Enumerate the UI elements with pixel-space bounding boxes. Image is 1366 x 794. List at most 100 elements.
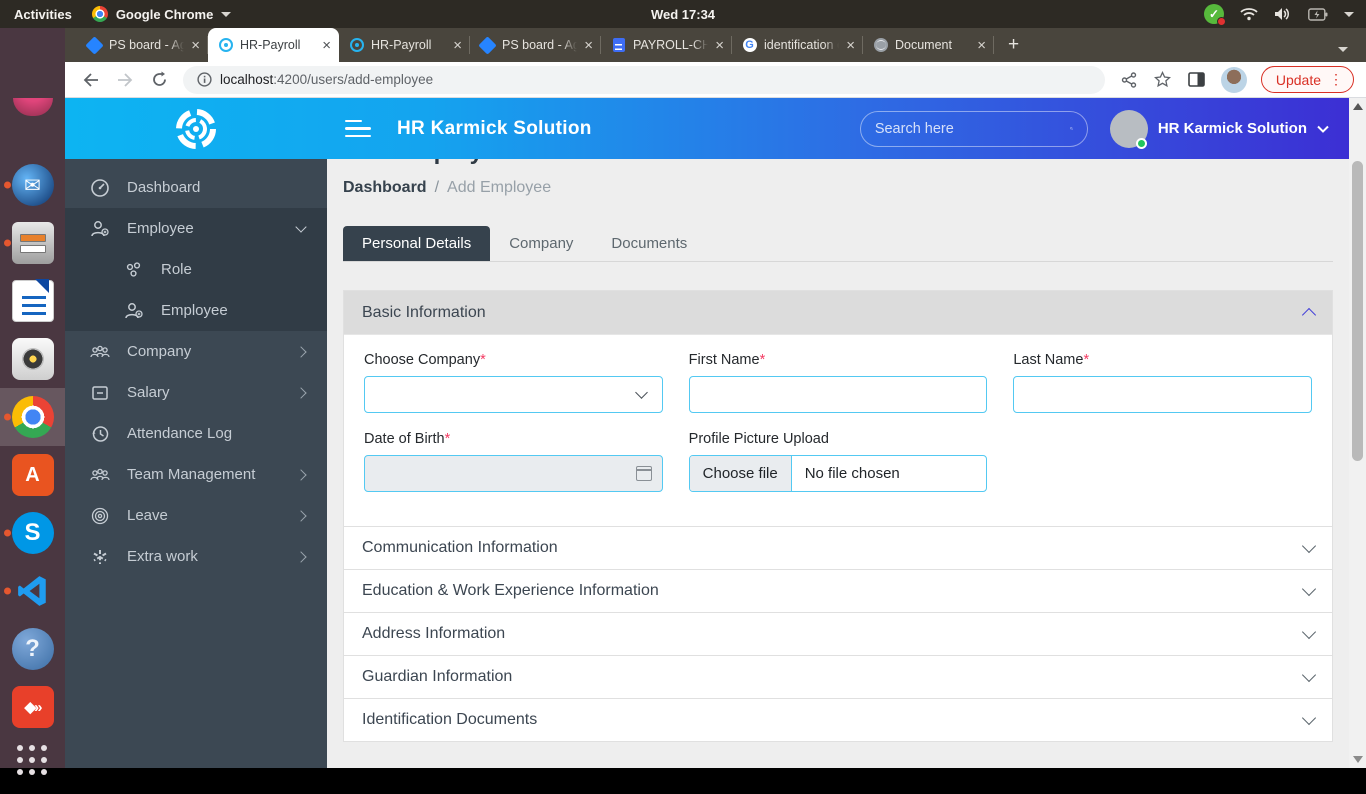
header-search (860, 111, 1088, 147)
browser-tab[interactable]: G identification c × (732, 28, 863, 62)
browser-tab[interactable]: Document × (863, 28, 994, 62)
dock-item-chrome[interactable] (0, 388, 65, 446)
clock[interactable]: Wed 17:34 (651, 7, 715, 22)
choose-company-select[interactable] (364, 376, 663, 413)
app-menu[interactable]: Google Chrome (92, 6, 232, 22)
accordion-address-information[interactable]: Address Information (344, 612, 1332, 655)
hr-karmick-logo-icon[interactable] (174, 107, 218, 151)
wifi-icon[interactable] (1240, 7, 1258, 21)
menu-toggle-button[interactable] (345, 120, 371, 138)
dock-item-libreoffice-writer[interactable] (0, 272, 65, 330)
chevron-down-icon (1302, 710, 1316, 724)
sync-status-icon[interactable]: ✓ (1204, 4, 1224, 24)
new-tab-button[interactable]: + (1008, 34, 1019, 56)
tab-close-button[interactable]: × (846, 38, 855, 53)
last-name-input[interactable] (1024, 386, 1301, 403)
browser-menu-icon[interactable]: ⋮ (1329, 71, 1343, 88)
browser-tab-active[interactable]: HR-Payroll × (208, 28, 339, 62)
chevron-down-icon (1302, 624, 1316, 638)
tab-close-button[interactable]: × (191, 38, 200, 53)
calendar-icon[interactable] (636, 466, 652, 481)
address-bar[interactable]: localhost:4200/users/add-employee (183, 66, 1105, 94)
activities-button[interactable]: Activities (14, 7, 72, 22)
section-title: Address Information (362, 625, 505, 643)
scrollbar-thumb[interactable] (1352, 161, 1363, 461)
tab-search-caret-icon[interactable] (1338, 47, 1348, 52)
browser-tab[interactable]: PS board - Agil × (77, 28, 208, 62)
reload-button[interactable] (149, 70, 169, 90)
profile-picture-file-input[interactable]: Choose file No file chosen (689, 455, 988, 492)
user-menu[interactable]: HR Karmick Solution (1110, 110, 1329, 148)
system-menu-caret-icon[interactable] (1344, 12, 1354, 17)
browser-tab[interactable]: HR-Payroll × (339, 28, 470, 62)
sidebar-item-leave[interactable]: Leave (65, 495, 327, 536)
choose-file-button[interactable]: Choose file (690, 456, 792, 491)
show-applications-button[interactable] (0, 736, 65, 794)
breadcrumb-dashboard-link[interactable]: Dashboard (343, 179, 427, 197)
battery-icon[interactable] (1308, 8, 1328, 21)
sidebar-item-extra-work[interactable]: Extra work (65, 536, 327, 577)
ubuntu-dock: ✉ A S ? ◆» (0, 98, 65, 768)
browser-tab-strip: PS board - Agil × HR-Payroll × HR-Payrol… (65, 28, 1366, 62)
desktop: Activities Google Chrome Wed 17:34 ✓ PS … (0, 0, 1366, 768)
section-title: Guardian Information (362, 668, 512, 686)
required-marker: * (480, 352, 486, 368)
profile-avatar[interactable] (1221, 67, 1247, 93)
side-panel-icon[interactable] (1187, 70, 1207, 90)
notification-dot (1217, 17, 1226, 26)
sidebar-item-team-management[interactable]: Team Management (65, 454, 327, 495)
bookmark-star-icon[interactable] (1153, 70, 1173, 90)
tab-close-button[interactable]: × (977, 38, 986, 53)
scroll-up-arrow[interactable] (1353, 103, 1363, 110)
dock-item-vscode[interactable] (0, 562, 65, 620)
site-info-icon[interactable] (197, 72, 212, 87)
sidebar-item-salary[interactable]: Salary (65, 372, 327, 413)
accordion-education-work-information[interactable]: Education & Work Experience Information (344, 569, 1332, 612)
sidebar-item-dashboard[interactable]: Dashboard (65, 167, 327, 208)
tab-company[interactable]: Company (490, 226, 592, 261)
chrome-icon (12, 396, 54, 438)
volume-icon[interactable] (1274, 7, 1292, 21)
first-name-input[interactable] (700, 386, 977, 403)
dock-item-red-app[interactable]: ◆» (0, 678, 65, 736)
sidebar-item-role[interactable]: Role (65, 249, 327, 290)
sidebar-item-employee-child[interactable]: Employee (65, 290, 327, 331)
tab-documents[interactable]: Documents (592, 226, 706, 261)
dock-item-ubuntu-software[interactable]: A (0, 446, 65, 504)
dock-item-partial[interactable] (0, 98, 65, 156)
dock-item-file-manager[interactable] (0, 214, 65, 272)
tab-close-button[interactable]: × (322, 38, 331, 53)
scroll-down-arrow[interactable] (1353, 756, 1363, 763)
sidebar-item-employee[interactable]: Employee (65, 208, 327, 249)
target-circles-icon (89, 506, 111, 526)
accordion-identification-documents[interactable]: Identification Documents (344, 698, 1332, 741)
date-of-birth-input[interactable] (364, 455, 663, 492)
search-input[interactable] (875, 121, 1062, 137)
dock-item-help[interactable]: ? (0, 620, 65, 678)
accordion-guardian-information[interactable]: Guardian Information (344, 655, 1332, 698)
back-button[interactable] (81, 70, 101, 90)
sidebar-item-attendance-log[interactable]: Attendance Log (65, 413, 327, 454)
tab-close-button[interactable]: × (584, 38, 593, 53)
accordion-communication-information[interactable]: Communication Information (344, 526, 1332, 569)
search-icon[interactable] (1070, 120, 1073, 137)
browser-tab[interactable]: PS board - Agil × (470, 28, 601, 62)
tab-personal-details[interactable]: Personal Details (343, 226, 490, 261)
accordion-basic-information[interactable]: Basic Information (344, 291, 1332, 334)
tab-close-button[interactable]: × (453, 38, 462, 53)
sidebar-item-label: Company (127, 343, 281, 360)
browser-tab[interactable]: PAYROLL-CHA × (601, 28, 732, 62)
dock-item-thunderbird[interactable]: ✉ (0, 156, 65, 214)
update-button[interactable]: Update ⋮ (1261, 66, 1354, 93)
tab-close-button[interactable]: × (715, 38, 724, 53)
sidebar-item-company[interactable]: Company (65, 331, 327, 372)
dock-item-rhythmbox[interactable] (0, 330, 65, 388)
jira-icon (87, 38, 102, 53)
share-icon[interactable] (1119, 70, 1139, 90)
page-scrollbar[interactable] (1349, 98, 1366, 768)
dock-item-skype[interactable]: S (0, 504, 65, 562)
chevron-right-icon (295, 551, 306, 562)
basic-information-body: Choose Company* First Name* Last Name* (344, 334, 1332, 526)
app-icon (13, 98, 53, 116)
forward-button[interactable] (115, 70, 135, 90)
